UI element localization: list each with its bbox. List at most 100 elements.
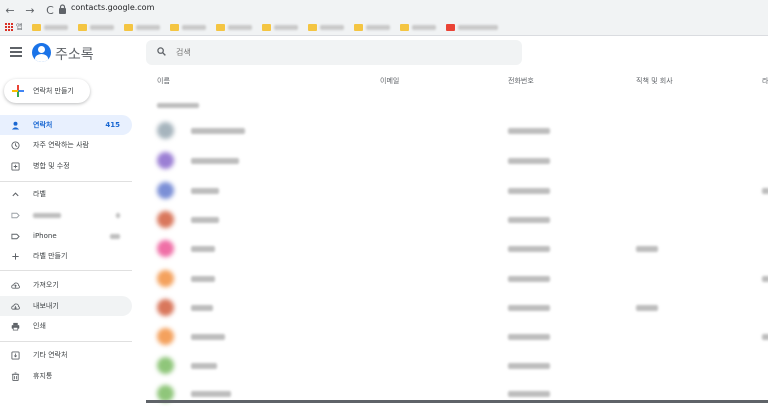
folder-icon — [170, 23, 180, 31]
sidebar-item-trash[interactable]: 휴지통 — [0, 366, 132, 386]
label-count-redacted — [110, 233, 120, 239]
contact-company-redacted — [636, 305, 658, 311]
bookmark-folder[interactable] — [354, 23, 391, 31]
folder-icon — [124, 23, 134, 31]
table-row[interactable] — [146, 176, 768, 204]
column-header-name[interactable]: 이름 — [157, 76, 170, 86]
column-header-phone[interactable]: 전화번호 — [508, 76, 534, 86]
sidebar-item-label: iPhone — [33, 232, 57, 240]
create-contact-button[interactable]: 연락처 만들기 — [4, 79, 90, 103]
reload-icon[interactable]: C — [44, 4, 56, 17]
main-menu-icon[interactable] — [10, 47, 22, 57]
folder-icon — [32, 23, 42, 31]
contacts-logo-icon — [32, 43, 51, 62]
contact-phone-redacted — [508, 305, 550, 311]
bookmark-folder[interactable] — [262, 23, 299, 31]
printer-icon — [11, 322, 20, 330]
search-bar[interactable] — [146, 40, 522, 65]
contact-name-redacted — [191, 217, 219, 223]
table-row[interactable] — [146, 264, 768, 292]
folder-icon — [216, 23, 226, 31]
table-row[interactable] — [146, 293, 768, 321]
folder-icon — [262, 23, 272, 31]
sidebar-item-label: 인쇄 — [33, 322, 46, 330]
section-label-redacted — [157, 103, 199, 108]
table-row[interactable] — [146, 205, 768, 233]
lock-icon — [59, 4, 66, 14]
table-row[interactable] — [146, 146, 768, 174]
sidebar-item-label-blurred[interactable] — [0, 205, 132, 225]
avatar — [157, 211, 174, 228]
browser-nav: ← → C — [4, 3, 56, 17]
history-icon — [11, 140, 20, 150]
table-row[interactable] — [146, 322, 768, 350]
table-row[interactable] — [146, 351, 768, 379]
bookmark-folder[interactable] — [170, 23, 207, 31]
contact-name-redacted — [191, 305, 213, 311]
contact-phone-redacted — [508, 246, 550, 252]
contact-phone-redacted — [508, 363, 550, 369]
sidebar-item-export[interactable]: 내보내기 — [0, 296, 132, 316]
sidebar-item-print[interactable]: 인쇄 — [0, 316, 132, 336]
sidebar-item-label: 라벨 만들기 — [33, 252, 68, 260]
folder-icon — [308, 23, 318, 31]
back-icon[interactable]: ← — [4, 4, 16, 17]
label-icon — [11, 233, 20, 239]
contact-company-redacted — [636, 246, 658, 252]
contacts-count: 415 — [105, 121, 120, 129]
labels-header[interactable]: 라벨 — [0, 184, 132, 204]
contact-name-redacted — [191, 158, 239, 164]
contact-phone-redacted — [508, 158, 550, 164]
bookmark-folder[interactable] — [308, 23, 345, 31]
contact-label-redacted — [762, 334, 768, 340]
app-title: 주소록 — [55, 47, 94, 63]
contact-name-redacted — [191, 246, 215, 252]
site-favicon-icon — [446, 23, 456, 31]
contact-name-redacted — [191, 334, 225, 340]
table-row[interactable] — [146, 234, 768, 262]
trash-icon — [11, 371, 20, 381]
bookmark-folder[interactable] — [216, 23, 253, 31]
avatar — [157, 152, 174, 169]
table-row[interactable] — [146, 116, 768, 144]
label-icon — [11, 212, 20, 218]
bookmark-folder[interactable] — [78, 23, 115, 31]
search-icon[interactable] — [157, 47, 166, 56]
sidebar-item-label: 기타 연락처 — [33, 351, 68, 359]
avatar — [157, 122, 174, 139]
apps-bookmark[interactable]: 앱 — [4, 22, 22, 32]
bookmark-site[interactable] — [446, 23, 499, 31]
search-input[interactable] — [176, 44, 476, 61]
avatar — [157, 182, 174, 199]
address-bar-url[interactable]: contacts.google.com — [71, 3, 154, 12]
contact-phone-redacted — [508, 128, 550, 134]
sidebar-item-iphone[interactable]: iPhone — [0, 226, 132, 246]
sidebar-item-label: 내보내기 — [33, 302, 59, 310]
contact-phone-redacted — [508, 391, 550, 397]
avatar — [157, 240, 174, 257]
forward-icon[interactable]: → — [24, 4, 36, 17]
contact-phone-redacted — [508, 276, 550, 282]
sidebar-divider — [0, 341, 132, 342]
contact-name-redacted — [191, 128, 245, 134]
contact-label-redacted — [762, 276, 768, 282]
sidebar-item-other-contacts[interactable]: 기타 연락처 — [0, 345, 132, 365]
sidebar-item-import[interactable]: 가져오기 — [0, 275, 132, 295]
sidebar-item-merge[interactable]: 병합 및 수정 — [0, 156, 132, 176]
column-header-labels[interactable]: 라 — [762, 76, 768, 86]
column-header-job-company[interactable]: 직책 및 회사 — [636, 76, 673, 86]
contact-label-redacted — [762, 188, 768, 194]
avatar — [157, 328, 174, 345]
bookmark-folder[interactable] — [124, 23, 161, 31]
cloud-upload-icon — [11, 282, 20, 289]
person-icon — [11, 121, 20, 130]
bookmark-folder[interactable] — [400, 23, 437, 31]
bookmark-folder[interactable] — [32, 23, 69, 31]
column-header-email[interactable]: 이메일 — [380, 76, 399, 86]
sidebar-item-create-label[interactable]: 라벨 만들기 — [0, 246, 132, 266]
sidebar-item-frequent[interactable]: 자주 연락하는 사람 — [0, 135, 132, 155]
other-contacts-icon — [11, 350, 20, 360]
merge-fix-icon — [11, 161, 20, 171]
sidebar-item-contacts[interactable]: 연락처 415 — [0, 115, 132, 135]
contact-phone-redacted — [508, 217, 550, 223]
